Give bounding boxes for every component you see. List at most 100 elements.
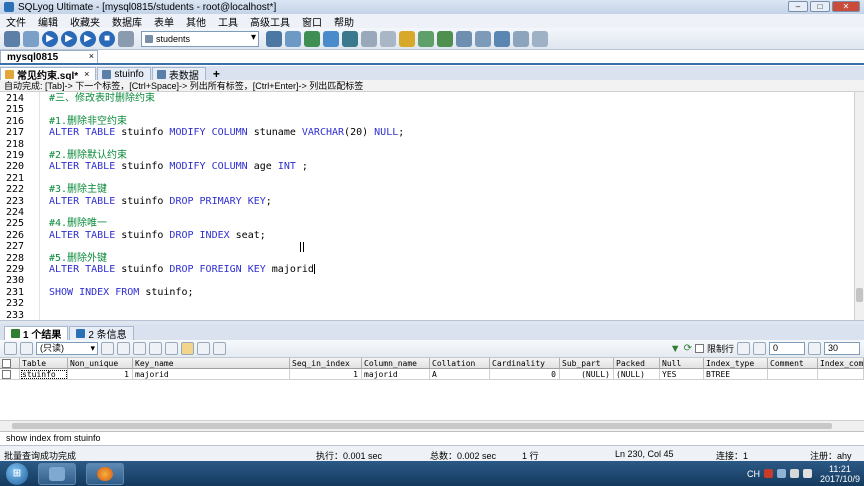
add-column-icon[interactable] [304,30,320,47]
cell-key-name[interactable]: majorid [133,369,290,380]
start-button[interactable]: ⊞ [6,462,28,485]
refresh-icon[interactable] [118,30,134,47]
tab-query-editor[interactable]: 常见约束.sql* × [0,67,97,82]
editor-vertical-scrollbar[interactable] [854,92,864,320]
cell-sub-part[interactable]: (NULL) [560,369,614,380]
col-header[interactable]: Index_type [704,358,768,369]
next-page-icon[interactable] [808,342,821,355]
col-header[interactable]: Cardinality [490,358,560,369]
grid-horizontal-scrollbar[interactable] [0,420,864,431]
grid-mode-icon[interactable] [181,342,194,355]
code-line[interactable]: 227 [0,241,854,252]
cell-index-type[interactable]: BTREE [704,369,768,380]
code-line[interactable]: 228 #5.删除外键 [0,253,854,264]
menu-edit[interactable]: 编辑 [32,14,64,29]
limit-rows-checkbox[interactable] [694,344,704,353]
alter-table-icon[interactable] [323,30,339,47]
delete-row-icon[interactable] [149,342,162,355]
refresh-results-icon[interactable]: ⟳ [684,343,692,354]
tray-app-icon[interactable] [776,469,786,478]
code-line[interactable]: 217 ALTER TABLE stuinfo MODIFY COLUMN stu… [0,127,854,138]
execute-edit-icon[interactable]: ▶ [80,30,96,47]
prev-page-icon[interactable] [753,342,766,355]
history-icon[interactable] [532,30,548,47]
menu-table[interactable]: 表单 [148,14,180,29]
ime-icon[interactable] [763,469,773,478]
menu-database[interactable]: 数据库 [106,14,148,29]
minimize-button[interactable]: – [788,1,808,12]
offset-input[interactable]: 0 [769,342,805,355]
tab-stuinfo[interactable]: stuinfo [97,67,151,80]
new-table-icon[interactable] [285,30,301,47]
code-line[interactable]: 223 ALTER TABLE stuinfo DROP PRIMARY KEY; [0,196,854,207]
code-line[interactable]: 224 [0,207,854,218]
select-all-cell[interactable] [0,358,20,369]
connection-manager-icon[interactable] [23,30,39,47]
sql-editor[interactable]: 214 #三、修改表时删除约束 215 216 #1.删除非空约束 217 ALTER TA… [0,92,854,320]
grid-options-icon[interactable] [20,342,33,355]
code-line[interactable]: 214 #三、修改表时删除约束 [0,93,854,104]
data-sync-icon[interactable] [437,30,453,47]
stop-query-icon[interactable]: ■ [99,30,115,47]
readonly-select[interactable]: (只读) [36,342,98,355]
taskbar-firefox[interactable] [86,462,124,485]
col-header[interactable]: Seq_in_index [290,358,362,369]
query-builder-icon[interactable] [361,30,377,47]
code-line[interactable]: 222 #3.删除主键 [0,184,854,195]
cell-collation[interactable]: A [430,369,490,380]
cell-null[interactable]: YES [660,369,704,380]
col-header[interactable]: Collation [430,358,490,369]
grid-view-icon[interactable] [4,342,17,355]
code-line[interactable]: 230 [0,275,854,286]
menu-window[interactable]: 窗口 [296,14,328,29]
menu-help[interactable]: 帮助 [328,14,360,29]
code-line[interactable]: 225 #4.删除唯一 [0,218,854,229]
col-header[interactable]: Column_name [362,358,430,369]
col-header[interactable]: Key_name [133,358,290,369]
code-line[interactable]: 232 [0,298,854,309]
new-tab-button[interactable]: + [207,67,226,81]
migration-icon[interactable] [456,30,472,47]
code-line[interactable]: 229 ALTER TABLE stuinfo DROP FOREIGN KEY … [0,264,854,275]
tab-results[interactable]: 1 个结果 [4,326,69,341]
code-line[interactable]: 219 #2.删除默认约束 [0,150,854,161]
language-indicator[interactable]: CH [747,469,760,479]
col-header[interactable]: Table [20,358,68,369]
new-connection-icon[interactable] [4,30,20,47]
cell-column-name[interactable]: majorid [362,369,430,380]
menu-favorites[interactable]: 收藏夹 [64,14,106,29]
form-mode-icon[interactable] [197,342,210,355]
col-header[interactable]: Packed [614,358,660,369]
code-line[interactable]: 226 ALTER TABLE stuinfo DROP INDEX seat; [0,230,854,241]
cell-cardinality[interactable]: 0 [490,369,560,380]
insert-row-icon[interactable] [101,342,114,355]
connection-tab-close-icon[interactable]: × [89,51,94,61]
col-header[interactable]: Sub_part [560,358,614,369]
tab-close-icon[interactable]: × [84,69,89,79]
row-select-cell[interactable] [0,369,20,380]
scheduler-icon[interactable] [475,30,491,47]
select-all-checkbox[interactable] [2,359,11,368]
cell-index-comment[interactable] [818,369,864,380]
menu-tools[interactable]: 工具 [212,14,244,29]
save-changes-icon[interactable] [117,342,130,355]
code-line[interactable]: 215 [0,104,854,115]
code-line[interactable]: 221 [0,173,854,184]
col-header[interactable]: Comment [768,358,818,369]
code-line[interactable]: 216 #1.删除非空约束 [0,116,854,127]
user-manager-icon[interactable] [266,30,282,47]
execute-all-icon[interactable]: ▶ [61,30,77,47]
copy-row-icon[interactable] [133,342,146,355]
cell-non-unique[interactable]: 1 [68,369,133,380]
code-line[interactable]: 233 [0,310,854,320]
network-icon[interactable] [789,469,799,478]
cell-seq-in-index[interactable]: 1 [290,369,362,380]
tab-table-data[interactable]: 表数据 [151,67,206,82]
editor-scroll-thumb[interactable] [856,288,863,302]
filter-icon[interactable]: ▼ [670,343,681,355]
menu-advanced-tools[interactable]: 高级工具 [244,14,296,29]
close-button[interactable]: ✕ [832,1,860,12]
col-header[interactable]: Non_unique [68,358,133,369]
col-header[interactable]: Index_com [818,358,864,369]
sync-icon[interactable] [418,30,434,47]
